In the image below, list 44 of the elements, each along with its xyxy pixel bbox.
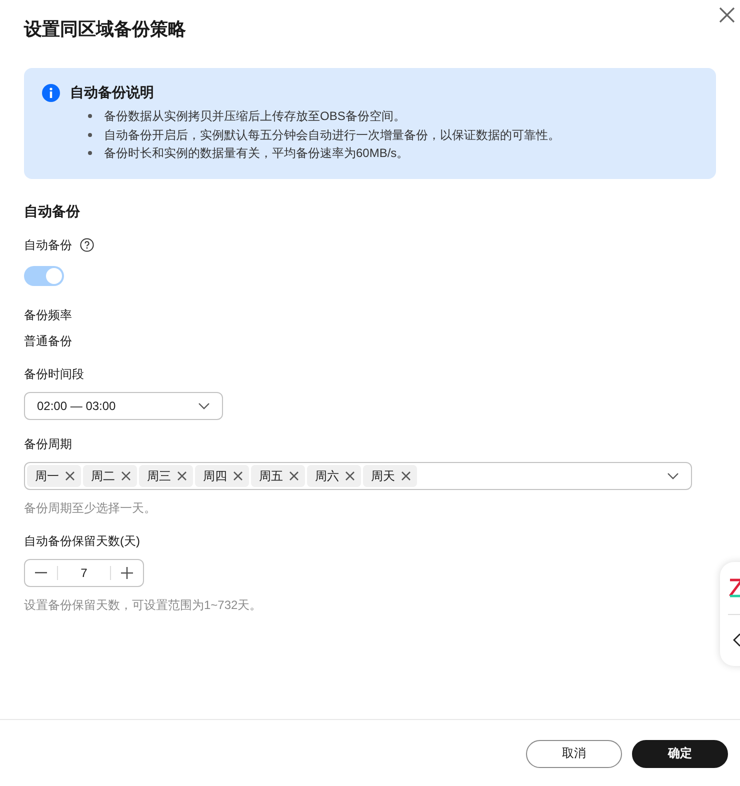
info-title: 自动备份说明	[70, 84, 154, 102]
field-label: 自动备份	[24, 237, 72, 253]
info-icon	[42, 84, 60, 102]
number-stepper[interactable]: 7	[24, 559, 144, 587]
day-tag: 周一	[27, 465, 81, 487]
day-tag: 周五	[251, 465, 305, 487]
chevron-down-icon	[198, 402, 210, 410]
close-icon[interactable]	[718, 6, 736, 24]
time-select[interactable]: 02:00 — 03:00	[24, 392, 223, 420]
section-title: 自动备份	[24, 203, 81, 221]
day-multiselect[interactable]: 周一 周二 周三 周四 周五 周六 周天	[24, 462, 692, 490]
remove-icon[interactable]	[233, 471, 243, 481]
hint-text: 设置备份保留天数，可设置范围为1~732天。	[24, 597, 263, 614]
logo-icon[interactable]	[729, 578, 740, 598]
field-label: 自动备份保留天数(天)	[24, 533, 141, 549]
bullet-icon	[88, 132, 92, 137]
field-label: 备份周期	[24, 436, 73, 452]
remove-icon[interactable]	[401, 471, 411, 481]
field-label: 备份时间段	[24, 366, 85, 382]
info-item: 备份时长和实例的数据量有关，平均备份速率为60MB/s。	[104, 145, 409, 162]
bullet-icon	[88, 114, 92, 118]
remove-icon[interactable]	[345, 471, 355, 481]
dialog-title: 设置同区域备份策略	[24, 18, 187, 41]
info-item: 备份数据从实例拷贝并压缩后上传存放至OBS备份空间。	[104, 108, 406, 125]
day-tag: 周天	[363, 465, 417, 487]
cancel-button[interactable]: 取消	[526, 740, 622, 768]
toggle-switch[interactable]	[24, 266, 64, 286]
remove-icon[interactable]	[65, 471, 75, 481]
help-icon[interactable]	[80, 238, 94, 252]
field-label: 备份频率	[24, 307, 73, 323]
chevron-left-icon[interactable]	[733, 633, 740, 647]
day-tag: 周四	[195, 465, 249, 487]
day-tag: 周三	[139, 465, 193, 487]
bullet-icon	[88, 151, 92, 156]
info-item: 自动备份开启后，实例默认每五分钟会自动进行一次增量备份，以保证数据的可靠性。	[104, 126, 560, 144]
field-value: 普通备份	[24, 333, 73, 350]
remove-icon[interactable]	[121, 471, 131, 481]
chevron-down-icon[interactable]	[667, 472, 679, 480]
hint-text: 备份周期至少选择一天。	[24, 500, 157, 517]
day-tag: 周六	[307, 465, 361, 487]
remove-icon[interactable]	[177, 471, 187, 481]
confirm-button[interactable]: 确定	[632, 740, 728, 768]
remove-icon[interactable]	[289, 471, 299, 481]
day-tag: 周二	[83, 465, 137, 487]
